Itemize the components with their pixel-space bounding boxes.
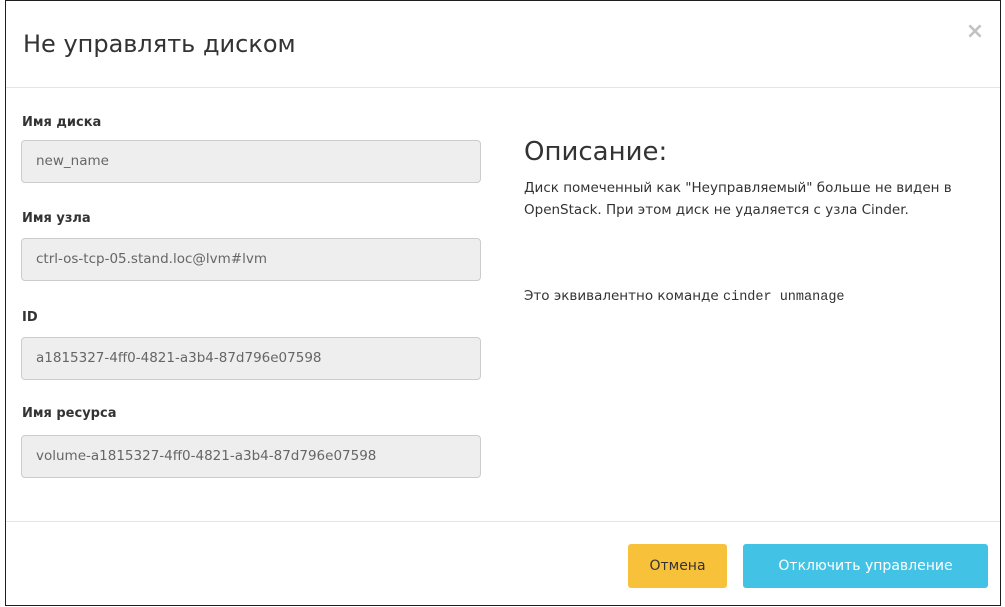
description-text: Диск помеченный как "Неуправляемый" боль… bbox=[524, 180, 952, 218]
resource-name-label: Имя ресурса bbox=[22, 406, 117, 421]
modal-footer: Отмена Отключить управление bbox=[6, 521, 1000, 606]
description-equivalent: Это эквивалентно команде cinder unmanage bbox=[524, 285, 974, 309]
description-title: Описание: bbox=[524, 137, 668, 167]
volume-name-label: Имя диска bbox=[22, 115, 102, 130]
volume-name-field[interactable]: new_name bbox=[21, 140, 481, 183]
unmanage-volume-dialog: Не управлять диском × Имя диска new_name… bbox=[5, 0, 1001, 606]
id-field[interactable]: a1815327-4ff0-4821-a3b4-87d796e07598 bbox=[21, 337, 481, 380]
id-label: ID bbox=[22, 310, 38, 325]
host-name-field[interactable]: ctrl-os-tcp-05.stand.loc@lvm#lvm bbox=[21, 238, 481, 281]
modal-header: Не управлять диском × bbox=[6, 1, 1000, 88]
command-code: cinder unmanage bbox=[723, 290, 845, 305]
host-name-label: Имя узла bbox=[22, 211, 91, 226]
resource-name-field[interactable]: volume-a1815327-4ff0-4821-a3b4-87d796e07… bbox=[21, 435, 481, 478]
equivalent-prefix: Это эквивалентно команде bbox=[524, 288, 723, 304]
cancel-button[interactable]: Отмена bbox=[628, 544, 727, 588]
modal-title: Не управлять диском bbox=[23, 30, 296, 58]
unmanage-submit-button[interactable]: Отключить управление bbox=[743, 544, 988, 588]
close-icon[interactable]: × bbox=[964, 21, 986, 43]
